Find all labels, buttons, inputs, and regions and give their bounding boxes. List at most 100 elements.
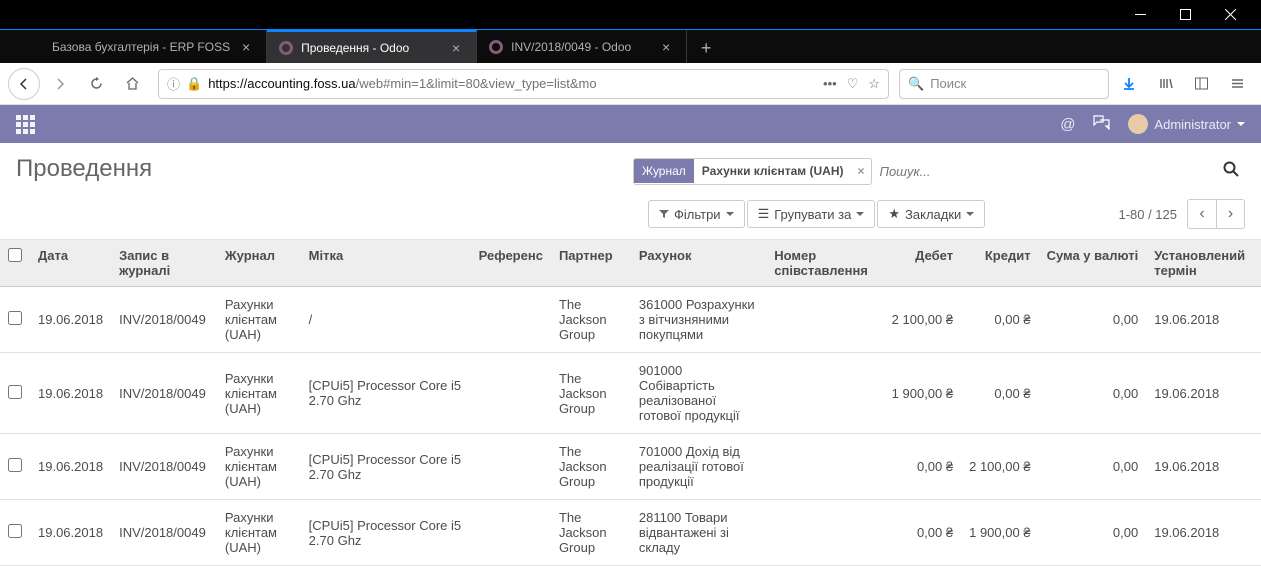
cell-debit: 1 900,00 ₴ bbox=[884, 353, 961, 434]
nav-back-button[interactable] bbox=[8, 68, 40, 100]
cell-matching bbox=[766, 287, 883, 353]
row-checkbox[interactable] bbox=[8, 524, 22, 538]
cell-matching bbox=[766, 434, 883, 500]
tab-title: INV/2018/0049 - Odoo bbox=[511, 40, 650, 54]
search-icon[interactable] bbox=[1217, 161, 1245, 182]
browser-tab-2[interactable]: INV/2018/0049 - Odoo × bbox=[477, 30, 687, 63]
col-label[interactable]: Мітка bbox=[301, 240, 471, 287]
table-row[interactable]: 19.06.2018INV/2018/0049Рахунки клієнтам … bbox=[0, 434, 1261, 500]
row-checkbox[interactable] bbox=[8, 311, 22, 325]
cell-date: 19.06.2018 bbox=[30, 353, 111, 434]
col-amount-currency[interactable]: Сума у валюті bbox=[1039, 240, 1147, 287]
cell-amount-currency: 0,00 bbox=[1039, 353, 1147, 434]
cell-reference bbox=[471, 500, 551, 566]
groupby-button[interactable]: ☰ Групувати за bbox=[747, 200, 876, 228]
col-entry[interactable]: Запис в журналі bbox=[111, 240, 217, 287]
shield-icon[interactable]: ♡ bbox=[847, 76, 859, 92]
col-due[interactable]: Установлений термін bbox=[1146, 240, 1261, 287]
cell-credit: 1 900,00 ₴ bbox=[961, 500, 1038, 566]
col-debit[interactable]: Дебет bbox=[884, 240, 961, 287]
cell-amount-currency: 0,00 bbox=[1039, 434, 1147, 500]
table-row[interactable]: 19.06.2018INV/2018/0049Рахунки клієнтам … bbox=[0, 287, 1261, 353]
lock-icon: 🔒 bbox=[186, 76, 202, 92]
avatar bbox=[1128, 114, 1148, 134]
col-journal[interactable]: Журнал bbox=[217, 240, 301, 287]
hamburger-icon[interactable] bbox=[1221, 68, 1253, 100]
select-all-checkbox[interactable] bbox=[8, 248, 22, 262]
browser-tab-0[interactable]: Базова бухгалтерія - ERP FOSS × bbox=[40, 30, 267, 63]
table-row[interactable]: 19.06.2018INV/2018/0049Рахунки клієнтам … bbox=[0, 353, 1261, 434]
cell-partner: The Jackson Group bbox=[551, 434, 631, 500]
cell-due: 19.06.2018 bbox=[1146, 353, 1261, 434]
cell-label: [CPUi5] Processor Core i5 2.70 Ghz bbox=[301, 353, 471, 434]
nav-reload-button[interactable] bbox=[80, 68, 112, 100]
col-date[interactable]: Дата bbox=[30, 240, 111, 287]
cell-credit: 0,00 ₴ bbox=[961, 287, 1038, 353]
col-reference[interactable]: Референс bbox=[471, 240, 551, 287]
close-icon[interactable]: × bbox=[238, 39, 254, 55]
tab-title: Проведення - Odoo bbox=[301, 41, 440, 55]
facet-remove-icon[interactable]: × bbox=[852, 164, 871, 178]
more-icon[interactable]: ••• bbox=[823, 76, 837, 92]
table-row[interactable]: 19.06.2018INV/2018/0049Рахунки клієнтам … bbox=[0, 500, 1261, 566]
control-panel: Проведення Журнал Рахунки клієнтам (UAH)… bbox=[0, 143, 1261, 240]
cell-due: 19.06.2018 bbox=[1146, 287, 1261, 353]
search-input[interactable] bbox=[872, 157, 1217, 185]
cell-debit: 0,00 ₴ bbox=[884, 434, 961, 500]
nav-forward-button[interactable] bbox=[44, 68, 76, 100]
apps-icon[interactable] bbox=[16, 115, 35, 134]
row-checkbox[interactable] bbox=[8, 458, 22, 472]
window-maximize[interactable] bbox=[1163, 1, 1208, 29]
cell-partner: The Jackson Group bbox=[551, 287, 631, 353]
close-icon[interactable]: × bbox=[658, 39, 674, 55]
new-tab-button[interactable]: + bbox=[691, 33, 721, 63]
cell-label: / bbox=[301, 287, 471, 353]
filter-icon bbox=[659, 207, 669, 222]
chevron-down-icon bbox=[726, 212, 734, 216]
pager-prev-button[interactable]: ‹ bbox=[1188, 200, 1216, 228]
downloads-icon[interactable] bbox=[1113, 68, 1145, 100]
at-icon[interactable]: @ bbox=[1060, 116, 1075, 133]
pager-next-button[interactable]: › bbox=[1216, 200, 1244, 228]
pager-text[interactable]: 1-80 / 125 bbox=[1118, 207, 1177, 222]
info-icon[interactable]: ⓘ bbox=[167, 74, 180, 93]
col-account[interactable]: Рахунок bbox=[631, 240, 766, 287]
library-icon[interactable] bbox=[1149, 68, 1181, 100]
browser-search-bar[interactable]: 🔍 Поиск bbox=[899, 69, 1109, 99]
cell-entry: INV/2018/0049 bbox=[111, 500, 217, 566]
bookmark-icon[interactable]: ☆ bbox=[868, 76, 880, 92]
close-icon[interactable]: × bbox=[448, 40, 464, 56]
cell-credit: 2 100,00 ₴ bbox=[961, 434, 1038, 500]
row-checkbox[interactable] bbox=[8, 385, 22, 399]
user-menu[interactable]: Administrator bbox=[1128, 114, 1245, 134]
window-minimize[interactable] bbox=[1118, 1, 1163, 29]
cell-date: 19.06.2018 bbox=[30, 500, 111, 566]
search-icon: 🔍 bbox=[908, 76, 924, 92]
cell-debit: 0,00 ₴ bbox=[884, 500, 961, 566]
col-matching[interactable]: Номер співставлення bbox=[766, 240, 883, 287]
cell-partner: The Jackson Group bbox=[551, 500, 631, 566]
cell-date: 19.06.2018 bbox=[30, 287, 111, 353]
browser-nav-bar: ⓘ 🔒 https://accounting.foss.ua/web#min=1… bbox=[0, 63, 1261, 105]
window-close[interactable] bbox=[1208, 1, 1253, 29]
browser-tab-1[interactable]: Проведення - Odoo × bbox=[267, 30, 477, 63]
filters-button[interactable]: Фільтри bbox=[648, 200, 745, 228]
col-partner[interactable]: Партнер bbox=[551, 240, 631, 287]
col-credit[interactable]: Кредит bbox=[961, 240, 1038, 287]
cell-journal: Рахунки клієнтам (UAH) bbox=[217, 500, 301, 566]
cell-credit: 0,00 ₴ bbox=[961, 353, 1038, 434]
url-bar[interactable]: ⓘ 🔒 https://accounting.foss.ua/web#min=1… bbox=[158, 69, 889, 99]
nav-home-button[interactable] bbox=[116, 68, 148, 100]
sidebar-icon[interactable] bbox=[1185, 68, 1217, 100]
odoo-icon bbox=[279, 41, 293, 55]
facet-label: Журнал bbox=[634, 159, 694, 183]
search-placeholder: Поиск bbox=[930, 76, 966, 91]
chat-icon[interactable] bbox=[1093, 115, 1110, 134]
odoo-icon bbox=[489, 40, 503, 54]
cell-journal: Рахунки клієнтам (UAH) bbox=[217, 287, 301, 353]
favorites-button[interactable]: ★ Закладки bbox=[877, 200, 985, 228]
cell-label: [CPUi5] Processor Core i5 2.70 Ghz bbox=[301, 434, 471, 500]
cell-debit: 2 100,00 ₴ bbox=[884, 287, 961, 353]
search-view[interactable]: Журнал Рахунки клієнтам (UAH) × bbox=[633, 155, 1245, 187]
cell-account: 901000 Собівартість реалізованої готової… bbox=[631, 353, 766, 434]
